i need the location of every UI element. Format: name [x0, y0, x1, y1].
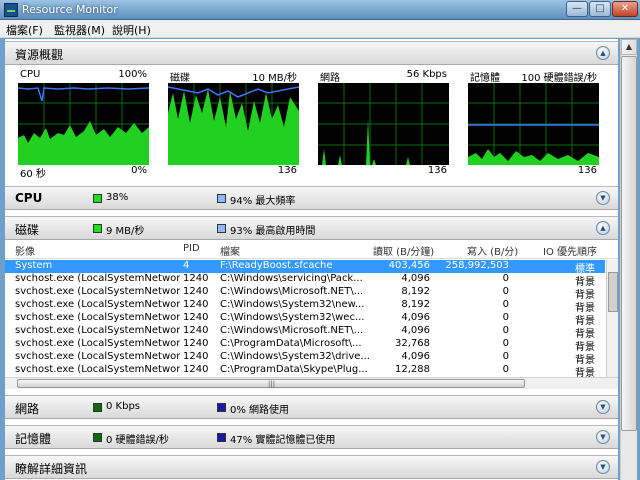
collapse-overview-icon[interactable]: ▲ — [596, 46, 610, 60]
memory-graph: 記憶體 100 硬體錯誤/秒 136 — [468, 69, 599, 179]
disk-table-header: 影像 PID 檔案 讀取 (B/分鐘) 寫入 (B/分) IO 優先順序 — [5, 241, 618, 259]
learn-more-title: 瞭解詳細資訊 — [15, 462, 88, 476]
memory-graph-label: 記憶體 — [470, 73, 500, 84]
overview-header[interactable]: 資源概觀 ▲ — [5, 41, 618, 65]
collapse-disk-icon[interactable]: ▲ — [596, 221, 610, 235]
cpu-usage-value: 38% — [106, 192, 129, 203]
memory-graph-max: 100 硬體錯誤/秒 — [521, 73, 597, 84]
table-row[interactable]: System 4 F:\ReadyBoost.sfcache 403,456 2… — [5, 260, 605, 275]
table-row[interactable]: svchost.exe (LocalSystemNetworkRest... 1… — [5, 325, 605, 340]
network-section-title: 網路 — [15, 402, 40, 416]
network-graph-count: 136 — [427, 165, 447, 176]
disk-graph-count: 136 — [277, 165, 297, 176]
disk-table: System 4 F:\ReadyBoost.sfcache 403,456 2… — [5, 260, 605, 377]
table-row[interactable]: svchost.exe (LocalSystemNetworkRest... 1… — [5, 299, 605, 314]
cpu-section-title: CPU — [15, 191, 43, 205]
disk-io-value: 9 MB/秒 — [106, 226, 145, 237]
disk-table-vscroll-thumb[interactable] — [608, 272, 618, 312]
network-section-header[interactable]: 網路 0 Kbps 0% 網路使用 ▼ — [5, 395, 618, 419]
window-vertical-scrollbar[interactable]: ▲ — [620, 39, 637, 480]
expand-network-icon[interactable]: ▼ — [596, 400, 610, 414]
cpu-graph-min: 0% — [131, 165, 147, 176]
network-traffic-value: 0 Kbps — [106, 401, 141, 412]
network-graph-plot — [318, 83, 449, 165]
disk-section-header[interactable]: 磁碟 9 MB/秒 93% 最高啟用時間 ▲ — [5, 216, 618, 240]
menu-bar: 檔案(F) 監視器(M) 說明(H) — [0, 20, 640, 38]
window-vscroll-thumb[interactable] — [621, 56, 637, 431]
network-traffic-swatch — [93, 403, 102, 412]
table-row[interactable]: svchost.exe (LocalSystemNetworkRest... 1… — [5, 364, 605, 377]
menu-file[interactable]: 檔案(F) — [6, 22, 43, 38]
disk-section-title: 磁碟 — [15, 223, 40, 237]
memory-used-value: 47% 實體記憶體已使用 — [230, 435, 336, 446]
memory-section-header[interactable]: 記憶體 0 硬體錯誤/秒 47% 實體記憶體已使用 ▼ — [5, 425, 618, 449]
disk-graph-label: 磁碟 — [170, 73, 190, 84]
cpu-section-header[interactable]: CPU 38% 94% 最大頻率 ▼ — [5, 186, 618, 210]
memory-graph-plot — [468, 83, 599, 165]
grip-icon: ||| — [268, 380, 276, 388]
disk-table-horizontal-scrollbar[interactable]: ||| — [5, 377, 618, 389]
learn-more-section-header[interactable]: 瞭解詳細資訊 ▼ — [5, 455, 618, 479]
cpu-frequency-swatch — [217, 194, 226, 203]
column-pid[interactable]: PID — [183, 243, 200, 254]
overview-title: 資源概觀 — [15, 48, 64, 62]
column-write[interactable]: 寫入 (B/分) — [467, 243, 518, 258]
expand-memory-icon[interactable]: ▼ — [596, 430, 610, 444]
close-button[interactable]: ✕ — [612, 1, 638, 17]
expand-cpu-icon[interactable]: ▼ — [596, 191, 610, 205]
column-file[interactable]: 檔案 — [220, 243, 240, 258]
minimize-button[interactable]: — — [566, 1, 588, 17]
memory-graph-count: 136 — [577, 165, 597, 176]
disk-active-time-swatch — [217, 224, 226, 233]
disk-graph-max: 10 MB/秒 — [252, 73, 297, 84]
maximize-button[interactable]: □ — [589, 1, 611, 17]
cpu-graph: CPU 100% 60 秒 0% — [18, 69, 149, 180]
table-row[interactable]: svchost.exe (LocalSystemNetworkRest... 1… — [5, 312, 605, 327]
cpu-graph-max: 100% — [118, 69, 147, 80]
cpu-usage-swatch — [93, 194, 102, 203]
column-image[interactable]: 影像 — [15, 243, 35, 258]
menu-monitor[interactable]: 監視器(M) — [54, 22, 105, 38]
expand-learn-more-icon[interactable]: ▼ — [596, 460, 610, 474]
window-title: Resource Monitor — [22, 3, 118, 16]
memory-faults-value: 0 硬體錯誤/秒 — [106, 435, 169, 446]
cpu-graph-label: CPU — [20, 69, 41, 80]
column-read[interactable]: 讀取 (B/分鐘) — [373, 243, 434, 258]
network-graph: 網路 56 Kbps 136 — [318, 69, 449, 179]
disk-graph-plot — [168, 83, 299, 165]
disk-table-vertical-scrollbar[interactable] — [606, 260, 618, 377]
memory-section-title: 記憶體 — [15, 432, 52, 446]
menu-help[interactable]: 說明(H) — [112, 22, 151, 38]
scroll-up-arrow-icon[interactable]: ▲ — [621, 39, 637, 55]
memory-faults-swatch — [93, 433, 102, 442]
table-row[interactable]: svchost.exe (LocalSystemNetworkRest... 1… — [5, 351, 605, 366]
resource-monitor-icon — [4, 3, 18, 17]
cpu-graph-plot — [18, 83, 149, 165]
title-bar[interactable]: Resource Monitor — □ ✕ — [0, 0, 640, 20]
memory-used-swatch — [217, 433, 226, 442]
table-row[interactable]: svchost.exe (LocalSystemNetworkRest... 1… — [5, 286, 605, 301]
disk-graph: 磁碟 10 MB/秒 136 — [168, 69, 299, 179]
column-io-priority[interactable]: IO 優先順序 — [543, 243, 597, 258]
cpu-graph-time: 60 秒 — [20, 169, 46, 180]
table-row[interactable]: svchost.exe (LocalSystemNetworkRest... 1… — [5, 338, 605, 353]
main-content: 資源概觀 ▲ CPU 100% 60 秒 0% 磁碟 10 MB/秒 136 網… — [5, 39, 618, 480]
network-graph-label: 網路 — [320, 73, 340, 84]
network-utilization-swatch — [217, 403, 226, 412]
disk-active-time-value: 93% 最高啟用時間 — [230, 226, 316, 237]
disk-io-swatch — [93, 224, 102, 233]
network-graph-max: 56 Kbps — [406, 69, 447, 80]
cpu-frequency-value: 94% 最大頻率 — [230, 196, 296, 207]
table-row[interactable]: svchost.exe (LocalSystemNetworkRest... 1… — [5, 273, 605, 288]
network-utilization-value: 0% 網路使用 — [230, 405, 290, 416]
